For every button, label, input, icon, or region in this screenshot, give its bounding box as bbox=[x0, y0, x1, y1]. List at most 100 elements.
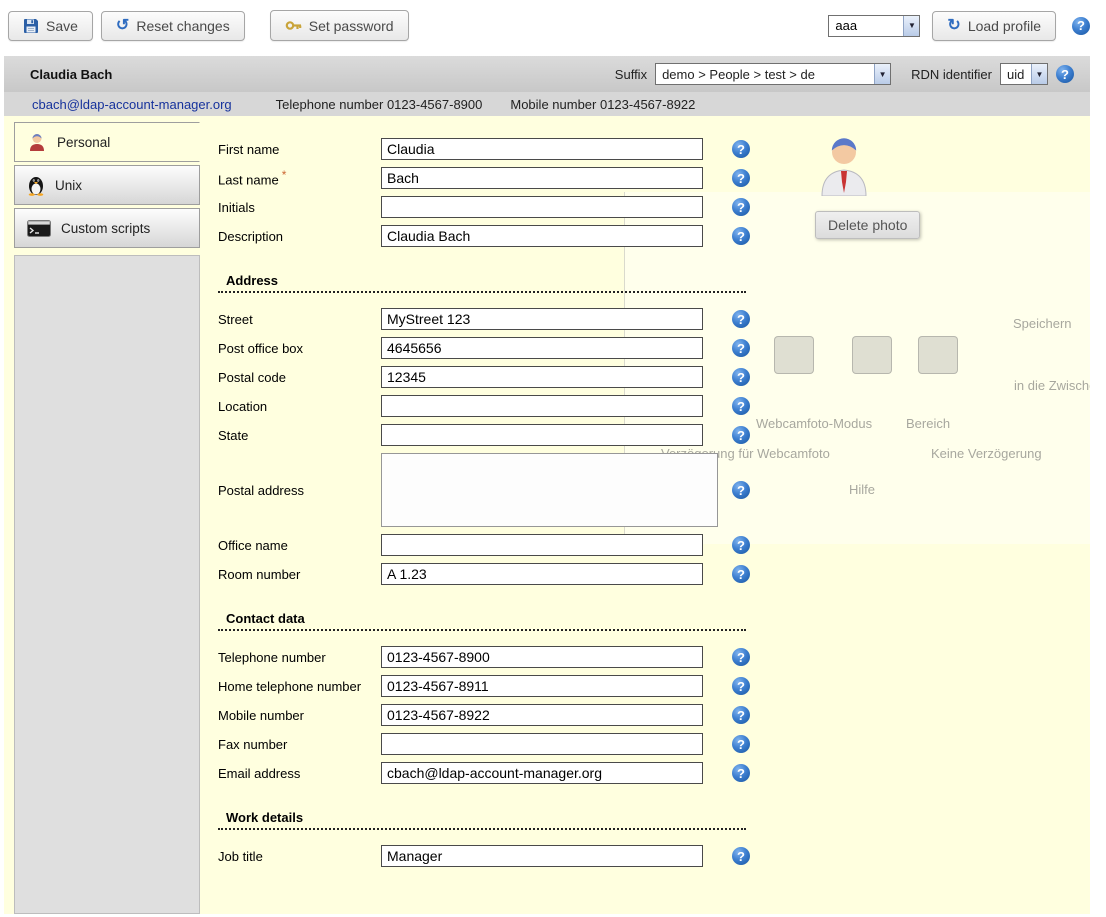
office-name-input[interactable] bbox=[381, 534, 703, 556]
help-icon[interactable] bbox=[732, 847, 750, 865]
form-row: Street bbox=[218, 308, 763, 330]
load-profile-label: Load profile bbox=[968, 18, 1041, 34]
rdn-identifier-label: RDN identifier bbox=[911, 67, 992, 82]
section-heading-address: Address bbox=[218, 273, 746, 293]
form-row: Initials bbox=[218, 196, 763, 218]
main-content: Speichern in die Zwischenablage Webcamfo… bbox=[4, 116, 1090, 914]
help-icon[interactable] bbox=[1056, 65, 1074, 83]
help-icon[interactable] bbox=[732, 227, 750, 245]
load-profile-icon: ↻ bbox=[947, 19, 960, 33]
form-row: State bbox=[218, 424, 763, 446]
initials-input[interactable] bbox=[381, 196, 703, 218]
account-name: Claudia Bach bbox=[30, 67, 112, 82]
ghost-text: Hilfe bbox=[849, 482, 875, 497]
save-button[interactable]: Save bbox=[8, 11, 93, 41]
help-icon[interactable] bbox=[732, 677, 750, 695]
save-disk-icon bbox=[23, 18, 39, 34]
header-mobile: Mobile number 0123-4567-8922 bbox=[510, 97, 695, 112]
account-header: Claudia Bach Suffix demo > People > test… bbox=[4, 56, 1090, 116]
ghost-text: Bereich bbox=[906, 416, 950, 431]
telephone-input[interactable] bbox=[381, 646, 703, 668]
home-telephone-input[interactable] bbox=[381, 675, 703, 697]
help-icon[interactable] bbox=[732, 198, 750, 216]
person-icon bbox=[27, 132, 47, 152]
form-row: Post office box bbox=[218, 337, 763, 359]
help-icon[interactable] bbox=[732, 426, 750, 444]
help-icon[interactable] bbox=[732, 339, 750, 357]
tab-personal-label: Personal bbox=[57, 135, 110, 150]
first-name-input[interactable] bbox=[381, 138, 703, 160]
help-icon[interactable] bbox=[732, 169, 750, 187]
help-icon[interactable] bbox=[732, 706, 750, 724]
tab-unix-label: Unix bbox=[55, 178, 82, 193]
header-telephone: Telephone number 0123-4567-8900 bbox=[276, 97, 483, 112]
account-header-row1: Claudia Bach Suffix demo > People > test… bbox=[4, 56, 1090, 92]
reset-changes-button[interactable]: ↺ Reset changes bbox=[101, 11, 245, 41]
street-label: Street bbox=[218, 312, 381, 327]
form-row: Room number bbox=[218, 563, 763, 585]
job-title-input[interactable] bbox=[381, 845, 703, 867]
help-icon[interactable] bbox=[732, 481, 750, 499]
location-label: Location bbox=[218, 399, 381, 414]
help-icon[interactable] bbox=[732, 140, 750, 158]
email-link[interactable]: cbach@ldap-account-manager.org bbox=[32, 97, 232, 112]
rdn-select-value: uid bbox=[1001, 64, 1031, 84]
email-address-input[interactable] bbox=[381, 762, 703, 784]
location-input[interactable] bbox=[381, 395, 703, 417]
postal-code-input[interactable] bbox=[381, 366, 703, 388]
job-title-label: Job title bbox=[218, 849, 381, 864]
form-row: Mobile number bbox=[218, 704, 763, 726]
help-icon[interactable] bbox=[732, 536, 750, 554]
state-input[interactable] bbox=[381, 424, 703, 446]
room-number-input[interactable] bbox=[381, 563, 703, 585]
post-office-box-input[interactable] bbox=[381, 337, 703, 359]
last-name-input[interactable] bbox=[381, 167, 703, 189]
required-marker: * bbox=[282, 168, 287, 182]
terminal-icon bbox=[27, 220, 51, 237]
profile-select[interactable]: aaa ▼ bbox=[828, 15, 920, 37]
tab-custom-scripts[interactable]: Custom scripts bbox=[14, 208, 200, 248]
tab-unix[interactable]: Unix bbox=[14, 165, 200, 205]
form-row: Description bbox=[218, 225, 763, 247]
module-tabs-sidebar: Personal Unix bbox=[14, 122, 200, 914]
delete-photo-button[interactable]: Delete photo bbox=[815, 211, 920, 239]
ghost-text: Webcamfoto-Modus bbox=[756, 416, 872, 431]
suffix-select[interactable]: demo > People > test > de ▼ bbox=[655, 63, 891, 85]
tux-penguin-icon bbox=[27, 174, 45, 196]
set-password-label: Set password bbox=[309, 18, 394, 34]
post-office-box-label: Post office box bbox=[218, 341, 381, 356]
mobile-number-input[interactable] bbox=[381, 704, 703, 726]
help-icon[interactable] bbox=[732, 735, 750, 753]
form-row: Home telephone number bbox=[218, 675, 763, 697]
ghost-text: Keine Verzögerung bbox=[931, 446, 1042, 461]
email-address-label: Email address bbox=[218, 766, 381, 781]
set-password-button[interactable]: Set password bbox=[270, 10, 409, 41]
initials-label: Initials bbox=[218, 200, 381, 215]
fax-number-input[interactable] bbox=[381, 733, 703, 755]
help-icon[interactable] bbox=[1072, 17, 1090, 35]
help-icon[interactable] bbox=[732, 648, 750, 666]
state-label: State bbox=[218, 428, 381, 443]
last-name-label: Last name* bbox=[218, 168, 381, 187]
description-input[interactable] bbox=[381, 225, 703, 247]
postal-address-textarea[interactable] bbox=[381, 453, 718, 527]
help-icon[interactable] bbox=[732, 565, 750, 583]
help-icon[interactable] bbox=[732, 397, 750, 415]
postal-address-label: Postal address bbox=[218, 483, 381, 498]
help-icon[interactable] bbox=[732, 368, 750, 386]
tab-personal[interactable]: Personal bbox=[14, 122, 200, 162]
tab-custom-scripts-label: Custom scripts bbox=[61, 221, 150, 236]
section-heading-work: Work details bbox=[218, 810, 746, 830]
form-row: Postal address bbox=[218, 453, 763, 527]
suffix-label: Suffix bbox=[615, 67, 647, 82]
dropdown-arrow-icon: ▼ bbox=[874, 64, 890, 84]
street-input[interactable] bbox=[381, 308, 703, 330]
room-number-label: Room number bbox=[218, 567, 381, 582]
form-row: Office name bbox=[218, 534, 763, 556]
help-icon[interactable] bbox=[732, 764, 750, 782]
help-icon[interactable] bbox=[732, 310, 750, 328]
rdn-select[interactable]: uid ▼ bbox=[1000, 63, 1048, 85]
load-profile-button[interactable]: ↻ Load profile bbox=[932, 11, 1056, 41]
fax-number-label: Fax number bbox=[218, 737, 381, 752]
mobile-number-label: Mobile number bbox=[218, 708, 381, 723]
